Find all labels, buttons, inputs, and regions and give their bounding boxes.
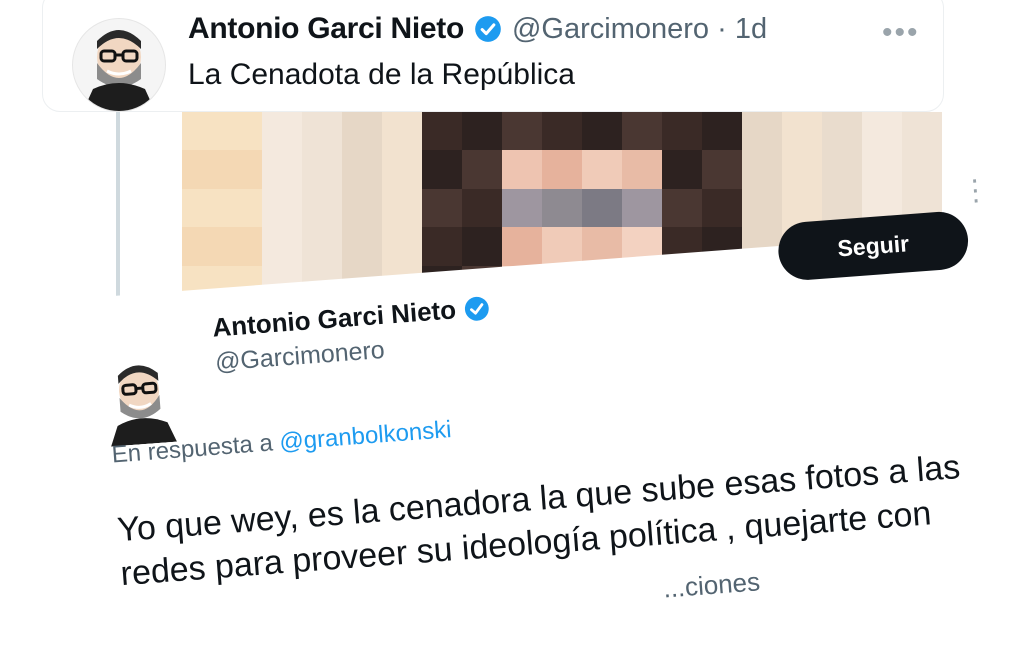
mosaic-tile bbox=[742, 150, 782, 189]
mosaic-tile bbox=[702, 188, 742, 228]
mosaic-tile bbox=[742, 112, 782, 151]
mosaic-tile bbox=[862, 112, 902, 151]
mosaic-tile bbox=[662, 188, 702, 228]
mosaic-tile bbox=[302, 227, 342, 266]
mosaic-tile bbox=[182, 150, 222, 189]
verified-badge-icon bbox=[474, 15, 502, 43]
mosaic-tile bbox=[462, 227, 502, 266]
mosaic-tile bbox=[342, 112, 382, 151]
mosaic-tile bbox=[902, 150, 942, 189]
mosaic-tile bbox=[222, 112, 262, 151]
more-horizontal-icon[interactable]: ••• bbox=[882, 16, 920, 50]
mosaic-tile bbox=[502, 112, 542, 151]
verified-badge-icon bbox=[465, 296, 489, 321]
mosaic-tile bbox=[702, 150, 742, 189]
caricature-avatar-icon bbox=[111, 365, 177, 447]
mosaic-tile bbox=[462, 188, 502, 228]
mosaic-tile bbox=[622, 150, 662, 189]
mosaic-tile bbox=[262, 112, 302, 151]
mosaic-tile bbox=[342, 150, 382, 189]
mosaic-tile bbox=[622, 112, 662, 151]
mosaic-tile bbox=[782, 112, 822, 151]
mosaic-tile bbox=[662, 150, 702, 189]
mosaic-tile bbox=[182, 112, 222, 151]
mosaic-tile bbox=[422, 150, 462, 189]
mosaic-tile bbox=[302, 150, 342, 189]
mosaic-tile bbox=[182, 227, 222, 266]
mosaic-tile bbox=[822, 112, 862, 151]
mosaic-tile bbox=[502, 150, 542, 189]
mosaic-tile bbox=[462, 150, 502, 189]
mosaic-tile bbox=[542, 112, 582, 151]
mosaic-tile bbox=[902, 112, 942, 151]
mosaic-tile bbox=[182, 188, 222, 228]
mosaic-tile bbox=[382, 150, 422, 189]
mosaic-tile bbox=[262, 227, 302, 266]
caricature-avatar-icon bbox=[83, 30, 155, 111]
mosaic-tile bbox=[302, 188, 342, 228]
mosaic-tile bbox=[502, 188, 542, 228]
embedded-tweet-screenshot: · · · Seguir Antonio Garci Nieto @Garcimon… bbox=[60, 163, 1024, 659]
mosaic-tile bbox=[542, 150, 582, 189]
mosaic-tile bbox=[342, 188, 382, 228]
tweet-text: La Cenadota de la República bbox=[188, 58, 575, 91]
mosaic-tile bbox=[582, 188, 622, 228]
mosaic-tile bbox=[222, 227, 262, 266]
tweet-header: Antonio Garci Nieto @Garcimonero · 1d bbox=[188, 12, 767, 46]
mosaic-tile bbox=[622, 188, 662, 228]
mosaic-tile bbox=[222, 150, 262, 189]
mosaic-tile bbox=[262, 188, 302, 228]
embedded-author-avatar[interactable] bbox=[100, 352, 181, 447]
mosaic-tile bbox=[582, 112, 622, 151]
mosaic-tile bbox=[422, 227, 462, 266]
mosaic-tile bbox=[542, 227, 582, 266]
mosaic-tile bbox=[822, 150, 862, 189]
mosaic-tile bbox=[422, 112, 462, 151]
tweet-timestamp[interactable]: 1d bbox=[735, 13, 767, 45]
author-name[interactable]: Antonio Garci Nieto bbox=[188, 12, 464, 46]
mosaic-tile bbox=[382, 112, 422, 151]
mosaic-tile bbox=[662, 112, 702, 151]
mosaic-tile bbox=[582, 150, 622, 189]
mosaic-tile bbox=[862, 150, 902, 189]
mosaic-tile bbox=[422, 188, 462, 228]
author-avatar[interactable] bbox=[72, 18, 166, 112]
mosaic-tile bbox=[502, 227, 542, 266]
mosaic-tile bbox=[222, 188, 262, 228]
mosaic-tile bbox=[262, 150, 302, 189]
mosaic-tile bbox=[382, 227, 422, 266]
mosaic-tile bbox=[382, 188, 422, 228]
mosaic-tile bbox=[702, 112, 742, 151]
more-vertical-icon[interactable]: · · · bbox=[968, 163, 982, 217]
mosaic-tile bbox=[782, 150, 822, 189]
mosaic-tile bbox=[342, 227, 382, 266]
mosaic-tile bbox=[542, 188, 582, 228]
mosaic-tile bbox=[462, 112, 502, 151]
mosaic-tile bbox=[742, 188, 782, 228]
author-handle[interactable]: @Garcimonero · 1d bbox=[512, 13, 767, 46]
mosaic-tile bbox=[302, 112, 342, 151]
